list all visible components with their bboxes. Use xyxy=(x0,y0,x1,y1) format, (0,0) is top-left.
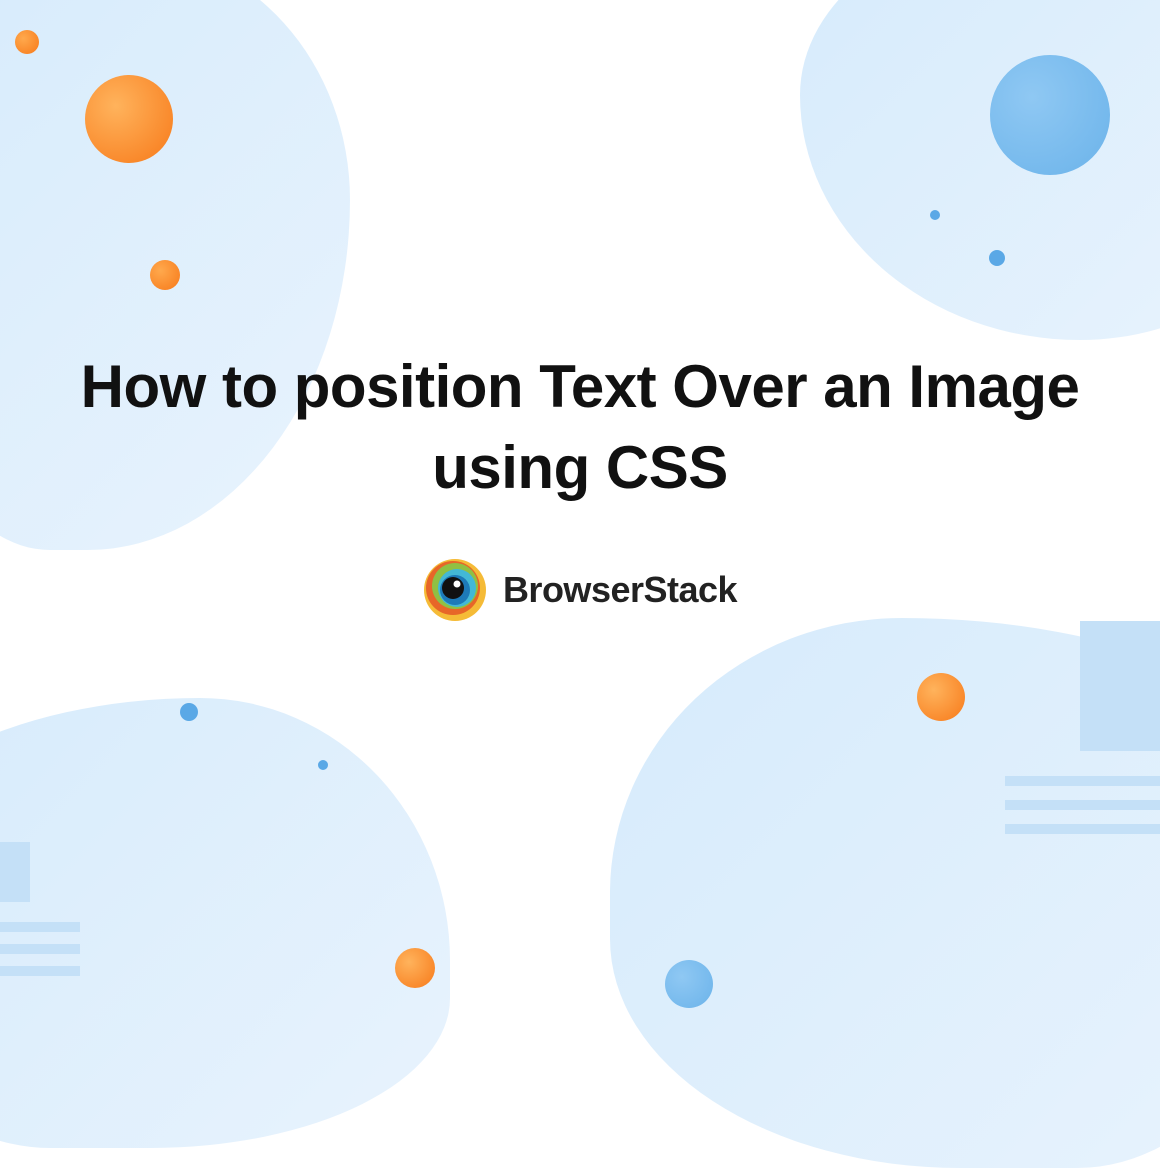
page-title: How to position Text Over an Image using… xyxy=(60,346,1100,508)
brand-logo: BrowserStack xyxy=(423,558,737,622)
browserstack-logo-icon xyxy=(423,558,487,622)
brand-name: BrowserStack xyxy=(503,569,737,611)
content-area: How to position Text Over an Image using… xyxy=(0,0,1160,1008)
